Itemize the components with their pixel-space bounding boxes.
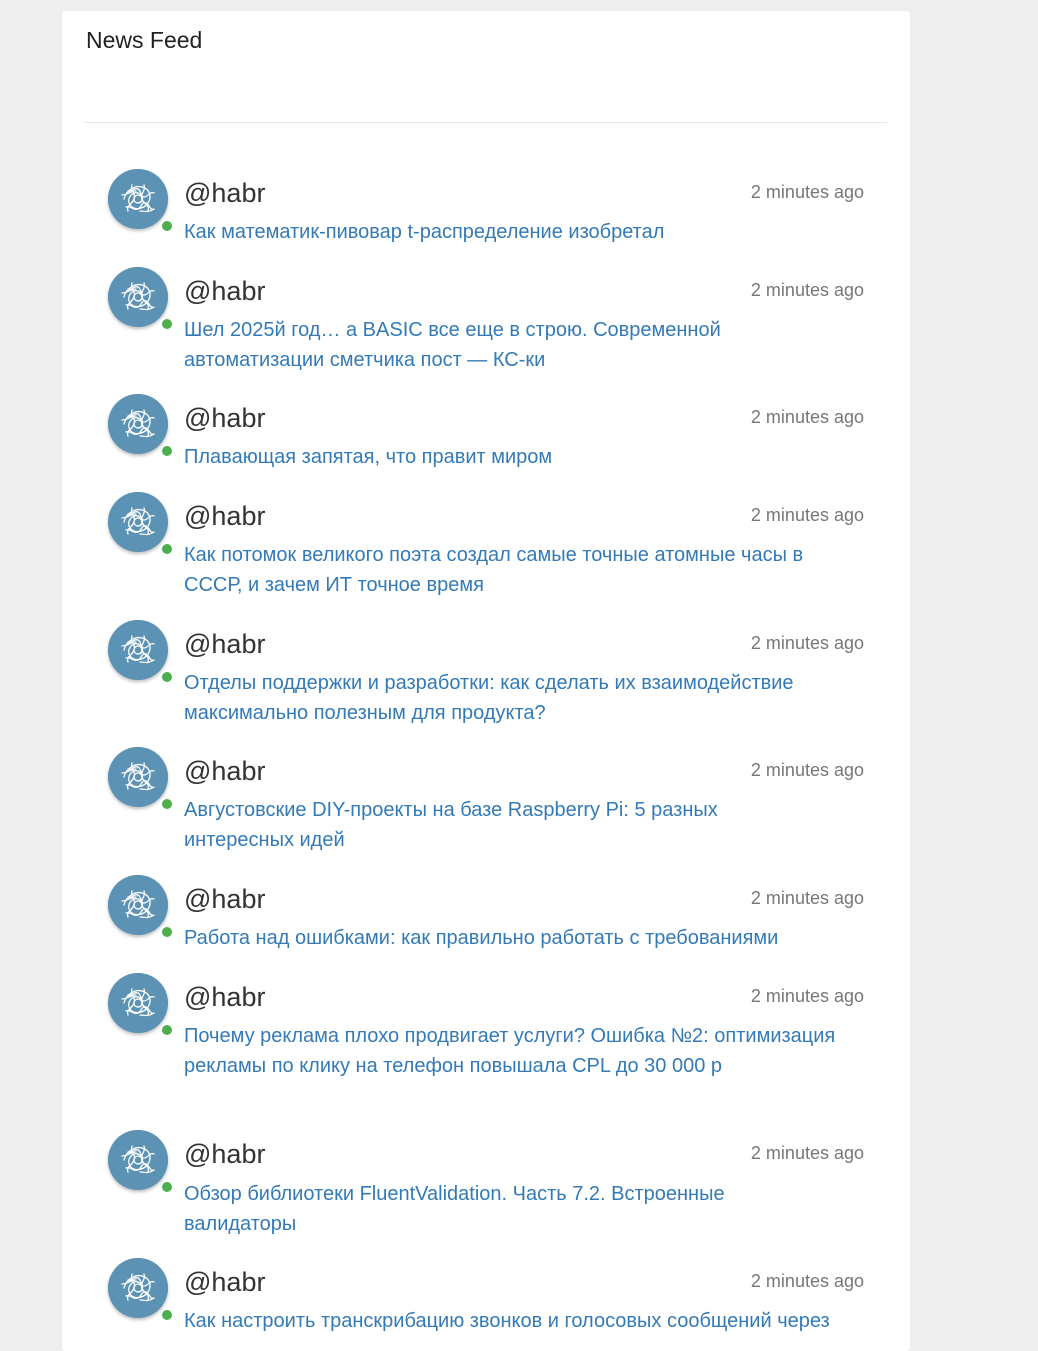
post-time: 2 minutes ago	[750, 1143, 864, 1163]
online-status-icon	[160, 1023, 174, 1037]
avatar[interactable]	[108, 394, 174, 458]
avatar[interactable]	[108, 267, 174, 331]
post-title-link[interactable]: Шел 2025й год… а BASIC все еще в строю. …	[184, 315, 784, 375]
post-time: 2 minutes ago	[750, 888, 864, 908]
avatar[interactable]	[108, 169, 174, 233]
online-status-icon	[160, 1180, 174, 1194]
post-time: 2 minutes ago	[750, 407, 864, 427]
habr-logo-icon	[108, 1258, 168, 1318]
habr-logo-icon	[108, 492, 168, 552]
post-title-link[interactable]: Работа над ошибками: как правильно работ…	[184, 923, 864, 953]
post-time: 2 minutes ago	[750, 182, 864, 202]
online-status-icon	[160, 670, 174, 684]
habr-logo-icon	[108, 973, 168, 1033]
avatar[interactable]	[108, 747, 174, 811]
online-status-icon	[160, 925, 174, 939]
post-author[interactable]: @habr	[184, 1139, 265, 1169]
post-title-link[interactable]: Почему реклама плохо продвигает услуги? …	[184, 1021, 844, 1081]
online-status-icon	[160, 542, 174, 556]
habr-logo-icon	[108, 620, 168, 680]
post-author[interactable]: @habr	[184, 501, 265, 531]
post-author[interactable]: @habr	[184, 982, 265, 1012]
post-time: 2 minutes ago	[750, 505, 864, 525]
post-title-link[interactable]: Обзор библиотеки FluentValidation. Часть…	[184, 1179, 784, 1239]
header-divider	[85, 122, 887, 123]
habr-logo-icon	[108, 875, 168, 935]
post-author[interactable]: @habr	[184, 403, 265, 433]
post-author[interactable]: @habr	[184, 884, 265, 914]
avatar[interactable]	[108, 1130, 174, 1194]
post-author[interactable]: @habr	[184, 756, 265, 786]
post-title-link[interactable]: Как потомок великого поэта создал самые …	[184, 540, 864, 600]
post-time: 2 minutes ago	[750, 280, 864, 300]
habr-logo-icon	[108, 1130, 168, 1190]
online-status-icon	[160, 317, 174, 331]
post-title-link[interactable]: Как математик-пивовар t-распределение из…	[184, 217, 864, 247]
post-title-link[interactable]: Отделы поддержки и разработки: как сдела…	[184, 668, 864, 728]
post-title-link[interactable]: Как настроить транскрибацию звонков и го…	[184, 1306, 864, 1336]
post-title-link[interactable]: Плавающая запятая, что правит миром	[184, 442, 864, 472]
post-time: 2 minutes ago	[750, 760, 864, 780]
avatar[interactable]	[108, 492, 174, 556]
habr-logo-icon	[108, 169, 168, 229]
avatar[interactable]	[108, 875, 174, 939]
habr-logo-icon	[108, 267, 168, 327]
post-author[interactable]: @habr	[184, 629, 265, 659]
post-author[interactable]: @habr	[184, 276, 265, 306]
post-author[interactable]: @habr	[184, 1267, 265, 1297]
online-status-icon	[160, 444, 174, 458]
online-status-icon	[160, 797, 174, 811]
online-status-icon	[160, 219, 174, 233]
avatar[interactable]	[108, 1258, 174, 1322]
page-title: News Feed	[86, 27, 203, 53]
habr-logo-icon	[108, 747, 168, 807]
habr-logo-icon	[108, 394, 168, 454]
post-author[interactable]: @habr	[184, 178, 265, 208]
post-time: 2 minutes ago	[750, 633, 864, 653]
post-time: 2 minutes ago	[750, 1271, 864, 1291]
avatar[interactable]	[108, 620, 174, 684]
news-feed-card: News Feed @habr 2 minutes ago Как матема…	[62, 11, 910, 1351]
avatar[interactable]	[108, 973, 174, 1037]
post-time: 2 minutes ago	[750, 986, 864, 1006]
post-title-link[interactable]: Августовские DIY-проекты на базе Raspber…	[184, 795, 784, 855]
